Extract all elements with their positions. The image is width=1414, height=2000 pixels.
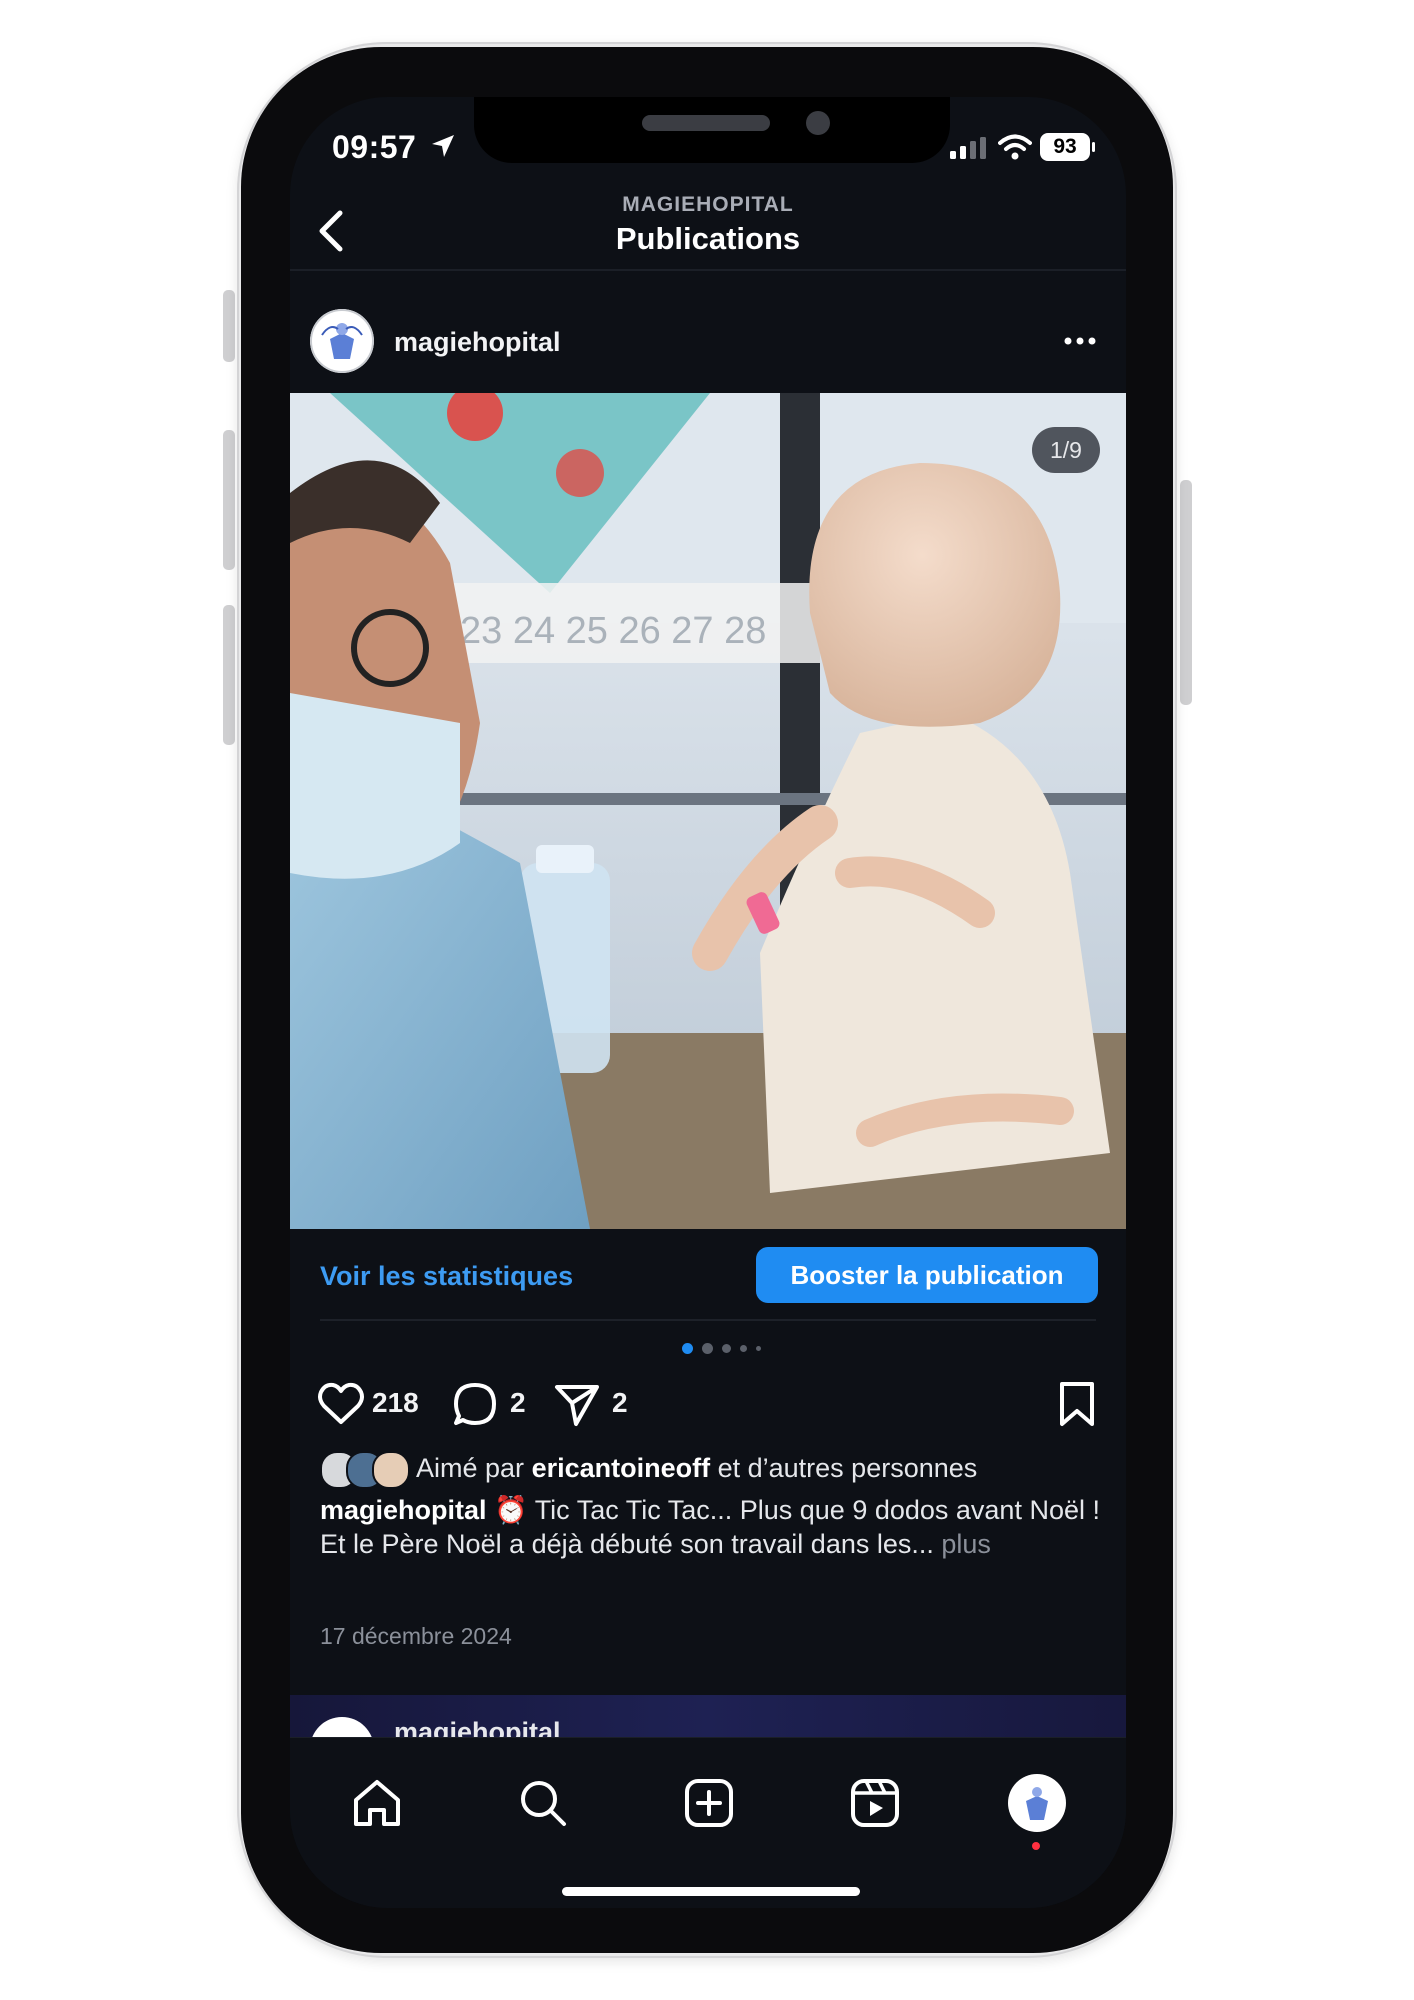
volume-up-button [223, 430, 235, 570]
heart-icon[interactable] [316, 1379, 366, 1429]
image-counter-badge: 1/9 [1032, 427, 1100, 473]
power-button [1180, 480, 1192, 705]
post-actions: 218 2 2 [290, 1377, 1126, 1437]
avatar [310, 1717, 374, 1737]
caption-line-1: Tic Tac Tic Tac... Plus que 9 dodos avan… [534, 1495, 1100, 1525]
boost-post-button[interactable]: Booster la publication [756, 1247, 1098, 1303]
liked-by-text: Aimé par ericantoineoff et d’autres pers… [416, 1453, 977, 1484]
liker-avatar [372, 1451, 410, 1489]
profile-avatar[interactable] [1008, 1774, 1066, 1832]
home-indicator[interactable] [562, 1887, 860, 1896]
carousel-dot-active [682, 1343, 693, 1354]
location-arrow-icon [432, 135, 454, 157]
reels-icon[interactable] [846, 1774, 904, 1832]
header-account-name: MAGIEHOPITAL [622, 193, 794, 216]
liked-suffix: et d’autres personnes [717, 1453, 978, 1483]
page-title: Publications [615, 221, 801, 256]
post-photo[interactable]: 23 24 25 26 27 28 1/9 [290, 393, 1126, 1229]
divider [320, 1319, 1096, 1321]
post-username[interactable]: magiehopital [394, 327, 561, 358]
carousel-dot [702, 1343, 713, 1354]
caption-more-link[interactable]: plus [941, 1529, 991, 1559]
caption-username[interactable]: magiehopital [320, 1495, 487, 1525]
phone-screen: 09:57 93 MAGIEHOPITAL Publications magie… [290, 97, 1126, 1908]
carousel-dot [722, 1344, 731, 1353]
magiehopital-logo [310, 309, 374, 373]
bottom-tab-bar [290, 1737, 1126, 1908]
next-post-preview[interactable]: magiehopital [290, 1695, 1126, 1737]
like-count[interactable]: 218 [372, 1387, 419, 1419]
wifi-icon [998, 134, 1032, 160]
home-icon[interactable] [348, 1774, 406, 1832]
silent-switch [223, 290, 235, 362]
svg-text:23 24 25 26 27 28: 23 24 25 26 27 28 [460, 610, 766, 652]
search-icon[interactable] [514, 1774, 572, 1832]
notch [474, 97, 950, 163]
more-horizontal-icon[interactable] [1060, 323, 1100, 359]
plus-square-icon[interactable] [680, 1774, 738, 1832]
caption-line-2: Et le Père Noël a déjà débuté son travai… [320, 1529, 934, 1559]
photo-illustration: 23 24 25 26 27 28 [290, 393, 1126, 1229]
notification-dot [1032, 1842, 1040, 1850]
carousel-dot [740, 1345, 747, 1352]
cellular-signal-icon [950, 137, 986, 159]
view-insights-link[interactable]: Voir les statistiques [320, 1261, 573, 1292]
carousel-dot [756, 1346, 761, 1351]
top-navigation: MAGIEHOPITAL Publications [290, 187, 1126, 271]
alarm-clock-emoji: ⏰ [494, 1495, 528, 1525]
send-icon[interactable] [552, 1379, 602, 1429]
liked-by-row[interactable]: Aimé par ericantoineoff et d’autres pers… [320, 1449, 1120, 1489]
comment-icon[interactable] [450, 1379, 500, 1429]
carousel-indicator [682, 1341, 782, 1355]
front-camera [806, 111, 830, 135]
bookmark-icon[interactable] [1052, 1379, 1102, 1429]
magiehopital-logo [1009, 1775, 1065, 1831]
liked-prefix: Aimé par [416, 1453, 525, 1483]
post-date: 17 décembre 2024 [320, 1623, 512, 1649]
liked-user[interactable]: ericantoineoff [532, 1453, 711, 1483]
volume-down-button [223, 605, 235, 745]
post-header: magiehopital [290, 307, 1126, 377]
battery-indicator: 93 [1040, 133, 1095, 161]
next-post-username: magiehopital [394, 1717, 561, 1737]
speaker-grille [642, 115, 770, 131]
status-time: 09:57 [332, 129, 417, 165]
share-count[interactable]: 2 [612, 1387, 628, 1419]
avatar[interactable] [310, 309, 374, 373]
post-caption: magiehopital ⏰ Tic Tac Tic Tac... Plus q… [320, 1493, 1110, 1561]
comment-count[interactable]: 2 [510, 1387, 526, 1419]
